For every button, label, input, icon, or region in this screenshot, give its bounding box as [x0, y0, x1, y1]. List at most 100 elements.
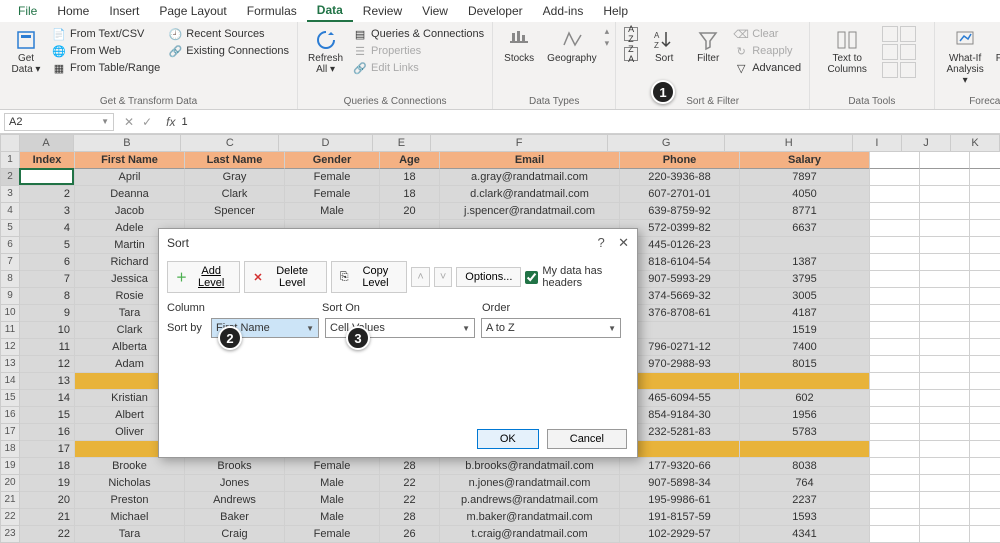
table-cell[interactable]: 445-0126-23 — [620, 237, 740, 254]
stocks-button[interactable]: Stocks — [499, 26, 539, 66]
table-cell[interactable]: 220-3936-88 — [620, 169, 740, 186]
column-header[interactable]: C — [181, 134, 279, 152]
table-cell[interactable]: 11 — [20, 339, 75, 356]
table-cell[interactable]: p.andrews@randatmail.com — [440, 492, 620, 509]
refresh-all-button[interactable]: Refresh All ▾ — [304, 26, 347, 77]
table-cell[interactable]: 20 — [380, 203, 440, 220]
table-cell[interactable]: Female — [285, 186, 380, 203]
add-level-button[interactable]: ＋Add Level — [167, 261, 240, 293]
table-cell[interactable]: 13 — [20, 373, 75, 390]
table-cell[interactable] — [870, 356, 920, 373]
table-header-cell[interactable]: Last Name — [185, 152, 285, 169]
row-header[interactable]: 3 — [0, 186, 20, 203]
table-cell[interactable]: n.jones@randatmail.com — [440, 475, 620, 492]
table-cell[interactable] — [970, 356, 1000, 373]
table-header-cell[interactable]: Salary — [740, 152, 870, 169]
row-header[interactable]: 15 — [0, 390, 20, 407]
table-cell[interactable] — [970, 475, 1000, 492]
table-cell[interactable] — [970, 203, 1000, 220]
table-cell[interactable]: 18 — [20, 458, 75, 475]
table-cell[interactable] — [870, 237, 920, 254]
table-cell[interactable]: 14 — [20, 390, 75, 407]
table-cell[interactable] — [970, 237, 1000, 254]
table-cell[interactable] — [920, 339, 970, 356]
table-cell[interactable]: 5783 — [740, 424, 870, 441]
table-cell[interactable] — [920, 356, 970, 373]
menu-tab-file[interactable]: File — [8, 1, 47, 21]
table-cell[interactable]: Male — [285, 509, 380, 526]
table-cell[interactable] — [870, 220, 920, 237]
table-header-cell[interactable]: First Name — [75, 152, 185, 169]
table-cell[interactable]: 1387 — [740, 254, 870, 271]
table-cell[interactable]: Brooke — [75, 458, 185, 475]
table-cell[interactable]: Andrews — [185, 492, 285, 509]
row-header[interactable]: 23 — [0, 526, 20, 543]
table-cell[interactable]: 191-8157-59 — [620, 509, 740, 526]
sort-za-button[interactable]: ZA — [622, 46, 640, 62]
table-cell[interactable]: 8038 — [740, 458, 870, 475]
table-cell[interactable]: 16 — [20, 424, 75, 441]
table-cell[interactable]: 818-6104-54 — [620, 254, 740, 271]
advanced-filter[interactable]: ▽Advanced — [732, 60, 803, 76]
sort-az-button[interactable]: AZ — [622, 26, 640, 42]
table-cell[interactable] — [920, 203, 970, 220]
table-cell[interactable]: 4187 — [740, 305, 870, 322]
table-cell[interactable]: 4341 — [740, 526, 870, 543]
table-cell[interactable]: b.brooks@randatmail.com — [440, 458, 620, 475]
from-web[interactable]: 🌐From Web — [50, 43, 162, 59]
name-box[interactable]: A2 ▼ — [4, 113, 114, 131]
forecast-sheet-button[interactable]: Forecast Sheet — [994, 26, 1000, 77]
table-cell[interactable]: d.clark@randatmail.com — [440, 186, 620, 203]
table-cell[interactable]: 639-8759-92 — [620, 203, 740, 220]
table-cell[interactable]: Jones — [185, 475, 285, 492]
headers-checkbox-wrap[interactable]: My data has headers — [525, 265, 629, 289]
enter-formula-icon[interactable]: ✓ — [142, 115, 152, 129]
table-cell[interactable] — [870, 322, 920, 339]
table-cell[interactable] — [970, 254, 1000, 271]
table-cell[interactable]: 232-5281-83 — [620, 424, 740, 441]
queries-connections[interactable]: ▤Queries & Connections — [351, 26, 486, 42]
table-cell[interactable]: 19 — [20, 475, 75, 492]
table-cell[interactable] — [970, 271, 1000, 288]
table-cell[interactable]: Nicholas — [75, 475, 185, 492]
column-header[interactable]: K — [951, 134, 1000, 152]
table-cell[interactable] — [740, 237, 870, 254]
table-cell[interactable]: 376-8708-61 — [620, 305, 740, 322]
table-cell[interactable]: 26 — [380, 526, 440, 543]
table-cell[interactable] — [870, 441, 920, 458]
table-cell[interactable] — [920, 305, 970, 322]
table-cell[interactable] — [970, 407, 1000, 424]
data-types-nav[interactable]: ▾ — [605, 38, 610, 49]
row-header[interactable]: 20 — [0, 475, 20, 492]
table-cell[interactable]: 17 — [20, 441, 75, 458]
geography-button[interactable]: Geography — [543, 26, 600, 66]
menu-tab-view[interactable]: View — [412, 1, 458, 21]
table-cell[interactable]: Deanna — [75, 186, 185, 203]
text-to-columns-button[interactable]: Text to Columns — [816, 26, 878, 77]
table-cell[interactable]: Female — [285, 169, 380, 186]
ok-button[interactable]: OK — [477, 429, 539, 449]
table-cell[interactable]: Female — [285, 458, 380, 475]
remove-duplicates-icon[interactable] — [900, 26, 916, 42]
row-header[interactable]: 17 — [0, 424, 20, 441]
table-cell[interactable]: 102-2929-57 — [620, 526, 740, 543]
table-cell[interactable] — [970, 220, 1000, 237]
row-header[interactable]: 16 — [0, 407, 20, 424]
table-cell[interactable] — [870, 305, 920, 322]
table-cell[interactable]: 8771 — [740, 203, 870, 220]
table-cell[interactable]: m.baker@randatmail.com — [440, 509, 620, 526]
table-cell[interactable] — [870, 288, 920, 305]
table-cell[interactable]: 3 — [20, 203, 75, 220]
table-cell[interactable]: 1 — [20, 169, 75, 186]
table-cell[interactable]: Gray — [185, 169, 285, 186]
column-header[interactable]: B — [74, 134, 182, 152]
from-table-range[interactable]: ▦From Table/Range — [50, 60, 162, 76]
column-header[interactable]: D — [279, 134, 372, 152]
table-cell[interactable]: 907-5898-34 — [620, 475, 740, 492]
table-cell[interactable] — [920, 169, 970, 186]
table-cell[interactable]: 5 — [20, 237, 75, 254]
table-header-cell[interactable]: Age — [380, 152, 440, 169]
table-cell[interactable] — [870, 458, 920, 475]
row-header[interactable]: 12 — [0, 339, 20, 356]
table-cell[interactable] — [920, 424, 970, 441]
